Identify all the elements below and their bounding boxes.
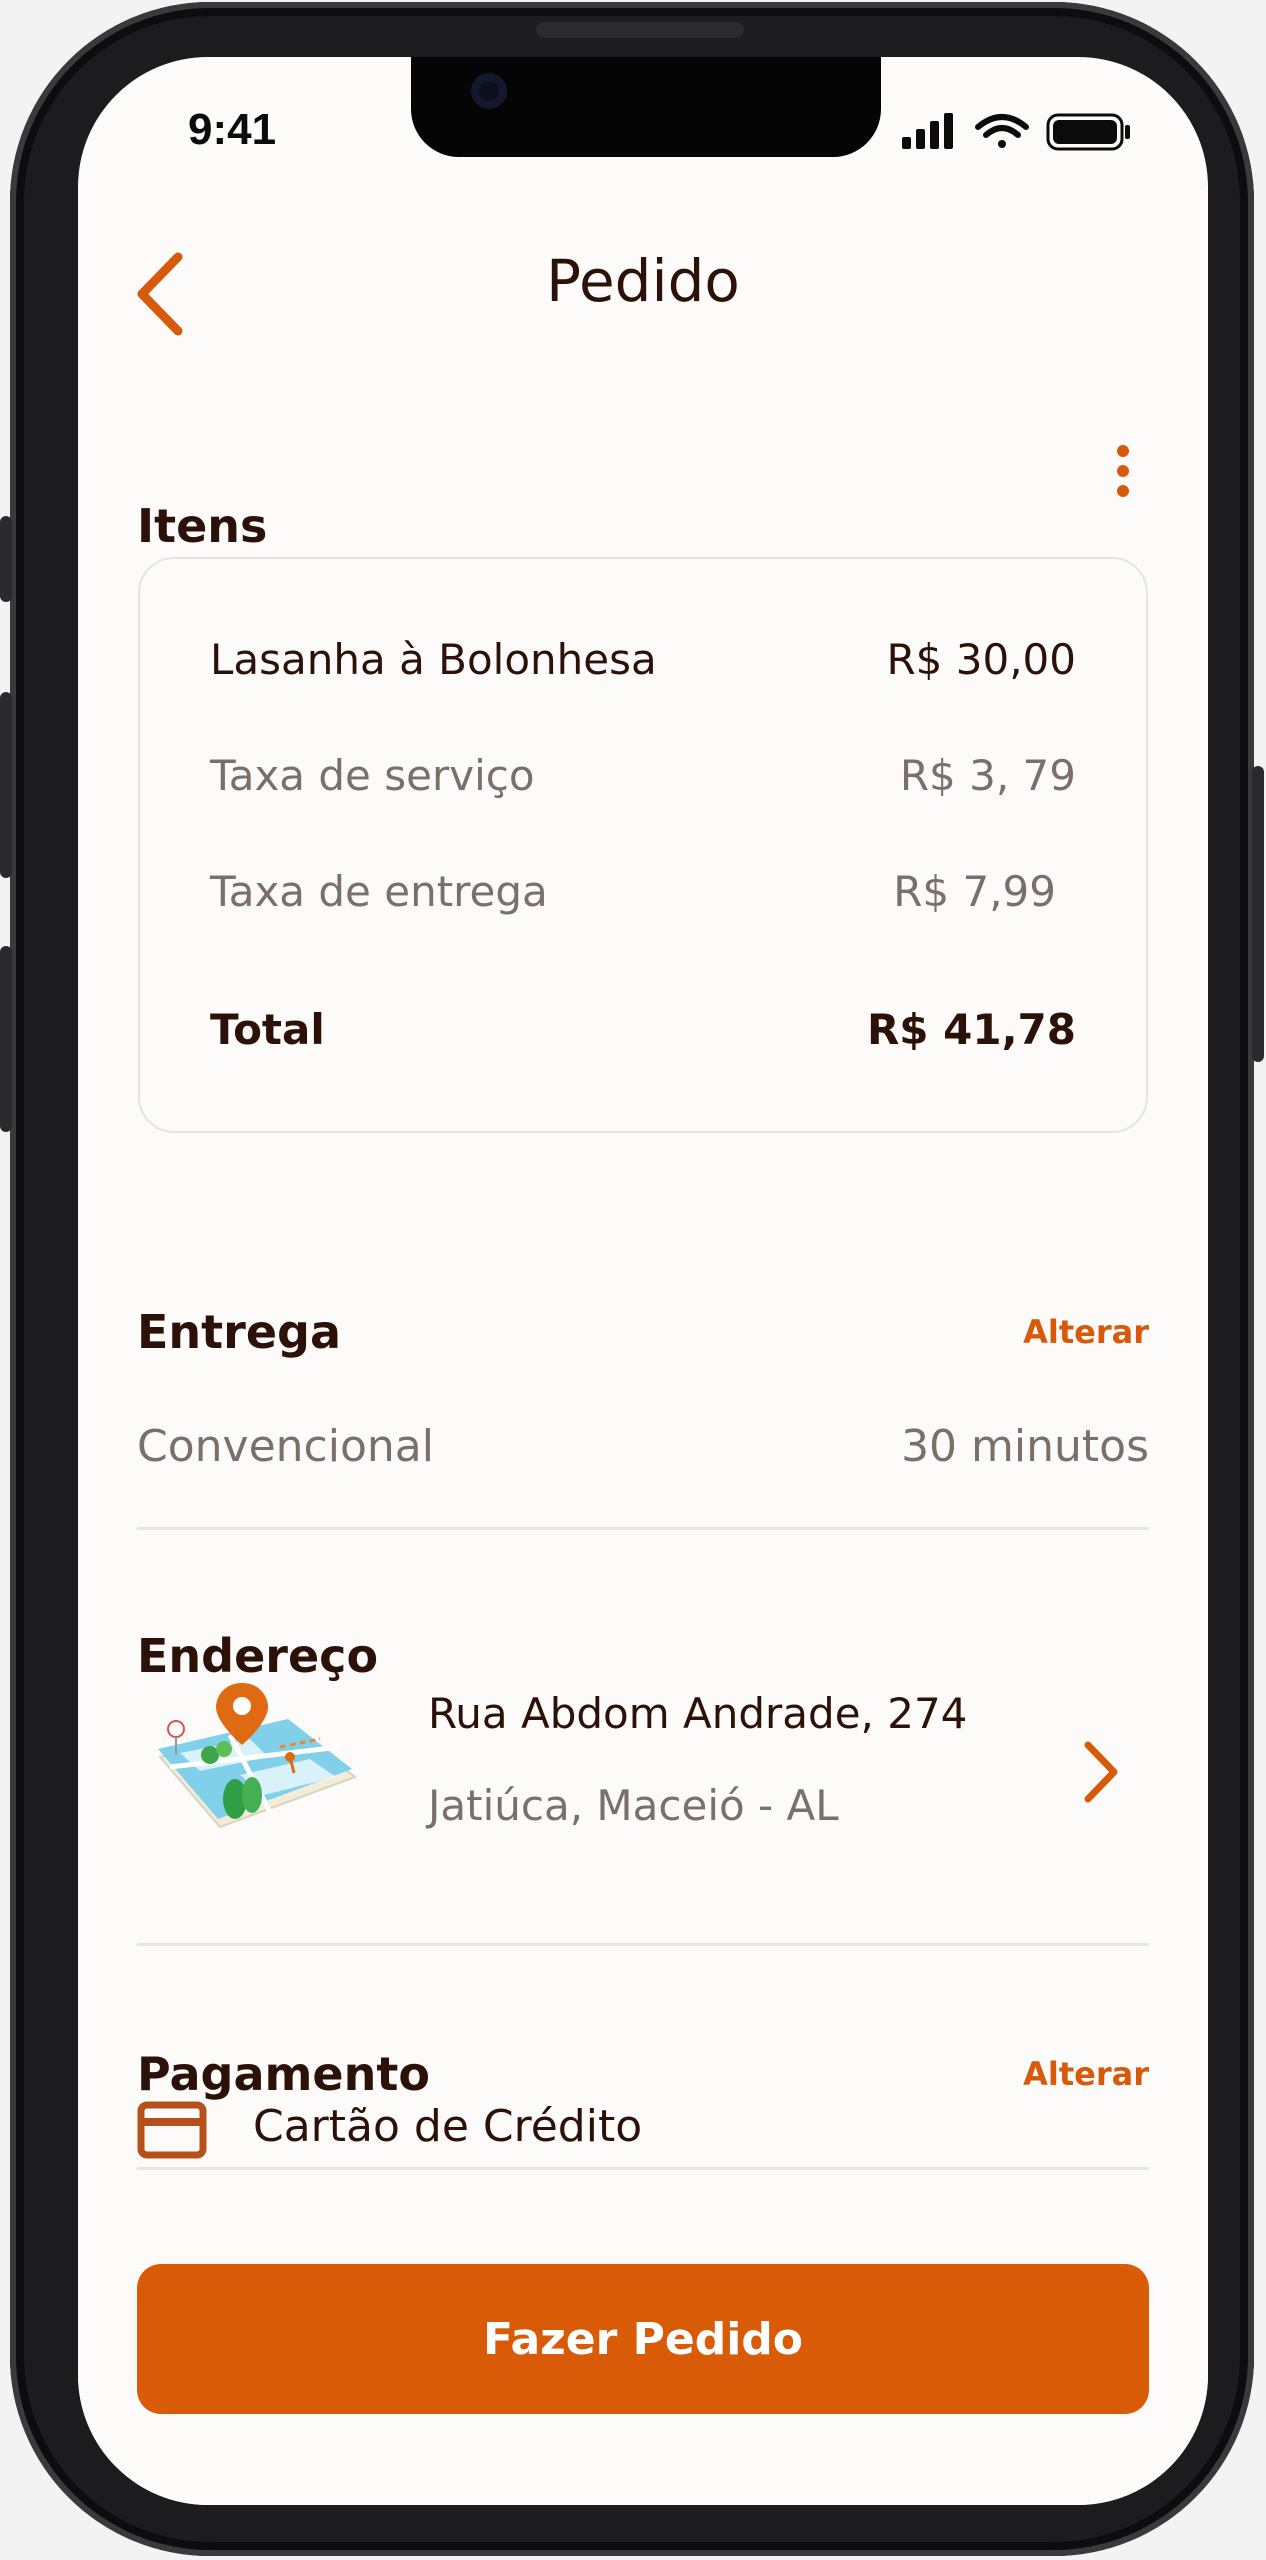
notch bbox=[411, 57, 881, 157]
service-fee-label: Taxa de serviço bbox=[210, 751, 535, 800]
delivery-fee-label: Taxa de entrega bbox=[210, 867, 548, 916]
divider bbox=[137, 1527, 1149, 1530]
service-fee-value: R$ 3, 79 bbox=[899, 751, 1076, 800]
power-button bbox=[1252, 766, 1264, 1062]
address-section-title: Endereço bbox=[137, 1629, 379, 1683]
credit-card-icon bbox=[137, 2101, 207, 2159]
map-pin-icon bbox=[158, 1683, 358, 1829]
item-row: Lasanha à Bolonhesa R$ 30,00 bbox=[210, 635, 1076, 684]
more-options-button[interactable] bbox=[1108, 445, 1138, 535]
total-value: R$ 41,78 bbox=[866, 1005, 1076, 1054]
payment-method[interactable]: Cartão de Crédito bbox=[253, 2101, 642, 2152]
battery-icon bbox=[1046, 113, 1130, 151]
payment-section-title: Pagamento bbox=[137, 2047, 430, 2101]
change-payment-link[interactable]: Alterar bbox=[1023, 2055, 1149, 2093]
app-screen: 9:41 Pedido Itens Lasanha à Bolonhesa R$… bbox=[78, 57, 1208, 2505]
credit-card-svg bbox=[137, 2101, 207, 2159]
item-name: Lasanha à Bolonhesa bbox=[210, 635, 657, 684]
wifi-icon bbox=[975, 114, 1029, 148]
order-items-card: Lasanha à Bolonhesa R$ 30,00 Taxa de ser… bbox=[138, 557, 1148, 1133]
divider bbox=[137, 2167, 1149, 2170]
delivery-fee-row: Taxa de entrega R$ 7,99 bbox=[210, 867, 1056, 916]
front-camera bbox=[471, 73, 507, 109]
page-title: Pedido bbox=[546, 247, 740, 315]
phone-frame: 9:41 Pedido Itens Lasanha à Bolonhesa R$… bbox=[0, 2, 1264, 2556]
status-icons-svg bbox=[902, 113, 1130, 151]
change-delivery-link[interactable]: Alterar bbox=[1023, 1313, 1149, 1351]
address-detail-button[interactable] bbox=[1076, 1737, 1126, 1807]
more-vertical-icon bbox=[1108, 445, 1138, 497]
delivery-section-title: Entrega bbox=[137, 1305, 342, 1359]
delivery-fee-value: R$ 7,99 bbox=[893, 867, 1056, 916]
volume-up-button bbox=[0, 692, 12, 878]
status-time: 9:41 bbox=[188, 105, 277, 154]
volume-down-button bbox=[0, 946, 12, 1132]
signal-icon bbox=[902, 113, 953, 149]
chevron-right-icon bbox=[1084, 1741, 1118, 1803]
status-icons bbox=[902, 111, 1142, 151]
items-section-title: Itens bbox=[137, 499, 268, 553]
delivery-time: 30 minutos bbox=[901, 1421, 1149, 1472]
divider bbox=[137, 1943, 1149, 1946]
total-row: Total R$ 41,78 bbox=[210, 1005, 1076, 1054]
place-order-button[interactable]: Fazer Pedido bbox=[137, 2264, 1149, 2414]
mute-switch bbox=[0, 516, 12, 602]
delivery-method: Convencional bbox=[137, 1421, 434, 1472]
total-label: Total bbox=[210, 1005, 325, 1054]
delivery-info-row: Convencional 30 minutos bbox=[137, 1421, 1149, 1472]
map-illustration bbox=[140, 1677, 360, 1837]
item-price: R$ 30,00 bbox=[886, 635, 1077, 684]
address-city: Jatiúca, Maceió - AL bbox=[428, 1781, 839, 1830]
service-fee-row: Taxa de serviço R$ 3, 79 bbox=[210, 751, 1076, 800]
address-street: Rua Abdom Andrade, 274 bbox=[428, 1689, 968, 1738]
earpiece-speaker bbox=[536, 22, 744, 38]
